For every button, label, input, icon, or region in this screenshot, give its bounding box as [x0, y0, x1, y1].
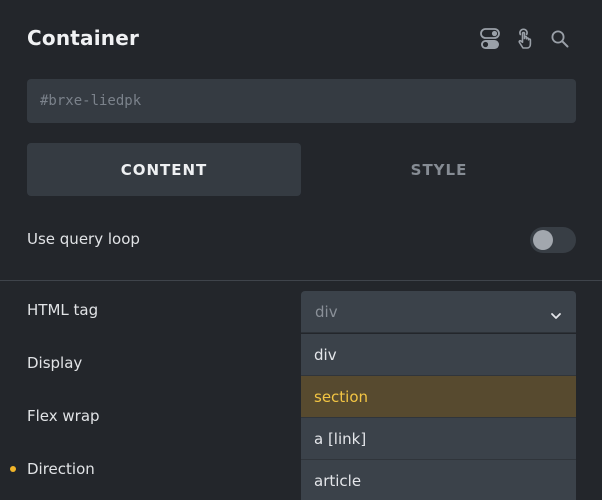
query-loop-label: Use query loop [27, 230, 140, 248]
html-tag-select[interactable]: div [301, 291, 576, 333]
direction-label: Direction [27, 460, 95, 478]
tab-content[interactable]: CONTENT [27, 143, 301, 196]
dropdown-option-link[interactable]: a [link] [301, 418, 576, 460]
chevron-down-icon [550, 306, 562, 325]
dropdown-option-section[interactable]: section [301, 376, 576, 418]
search-icon[interactable] [548, 26, 572, 52]
modified-indicator-dot [10, 466, 16, 472]
query-loop-toggle[interactable] [530, 227, 576, 253]
tab-style[interactable]: STYLE [302, 143, 576, 196]
panel-title: Container [27, 26, 140, 50]
dropdown-option-article[interactable]: article [301, 460, 576, 500]
section-divider [0, 280, 602, 281]
html-tag-label: HTML tag [27, 301, 99, 319]
toggle-settings-icon[interactable] [478, 26, 502, 52]
dropdown-option-div[interactable]: div [301, 334, 576, 376]
html-tag-dropdown: div section a [link] article [301, 334, 576, 500]
html-tag-select-value: div [315, 302, 338, 321]
flex-wrap-label: Flex wrap [27, 407, 100, 425]
element-panel: Container CONTENT STYLE Use query loop [0, 0, 602, 500]
css-id-input[interactable] [27, 79, 576, 123]
display-label: Display [27, 354, 83, 372]
panel-header: Container [0, 0, 602, 78]
hand-pointer-icon[interactable] [513, 26, 537, 52]
toggle-knob [533, 230, 553, 250]
